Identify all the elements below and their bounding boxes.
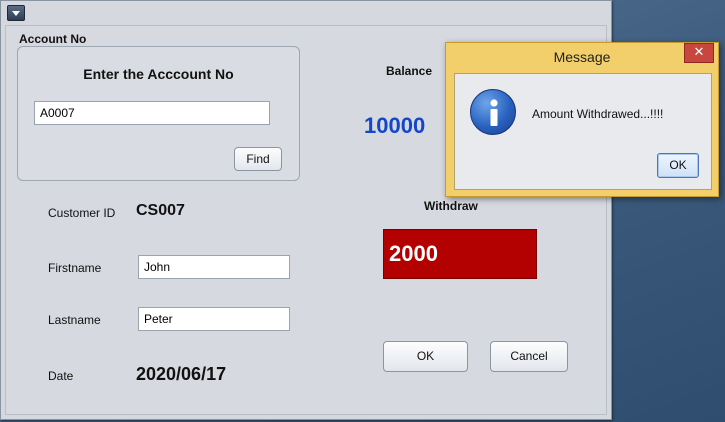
information-icon xyxy=(470,89,516,135)
account-group-heading: Enter the Acccount No xyxy=(83,66,234,82)
lastname-input[interactable]: Peter xyxy=(138,307,290,331)
date-label: Date xyxy=(48,369,74,383)
dialog-body: Amount Withdrawed...!!!! OK xyxy=(454,73,712,190)
withdraw-label: Withdraw xyxy=(424,199,478,213)
section-title: Account No xyxy=(19,32,87,46)
message-dialog: Message ✕ Amount Withdrawed...!!!! OK xyxy=(445,42,719,197)
customer-id-value: CS007 xyxy=(136,202,185,219)
ok-button[interactable]: OK xyxy=(383,341,468,372)
balance-value: 10000 xyxy=(364,113,426,138)
date-value: 2020/06/17 xyxy=(136,364,227,384)
account-number-input[interactable]: A0007 xyxy=(34,101,270,125)
balance-label: Balance xyxy=(386,64,433,78)
withdraw-amount-field[interactable]: 2000 xyxy=(383,229,537,279)
cancel-button[interactable]: Cancel xyxy=(490,341,568,372)
firstname-label: Firstname xyxy=(48,261,102,275)
dialog-title: Message xyxy=(553,49,611,65)
customer-id-label: Customer ID xyxy=(48,206,116,220)
close-icon[interactable]: ✕ xyxy=(684,43,714,63)
dialog-ok-button[interactable]: OK xyxy=(657,153,699,178)
firstname-input[interactable]: John xyxy=(138,255,290,279)
lastname-label: Lastname xyxy=(48,313,101,327)
window-menu-icon[interactable] xyxy=(7,5,25,21)
dialog-message: Amount Withdrawed...!!!! xyxy=(532,107,664,121)
find-button[interactable]: Find xyxy=(234,147,282,171)
